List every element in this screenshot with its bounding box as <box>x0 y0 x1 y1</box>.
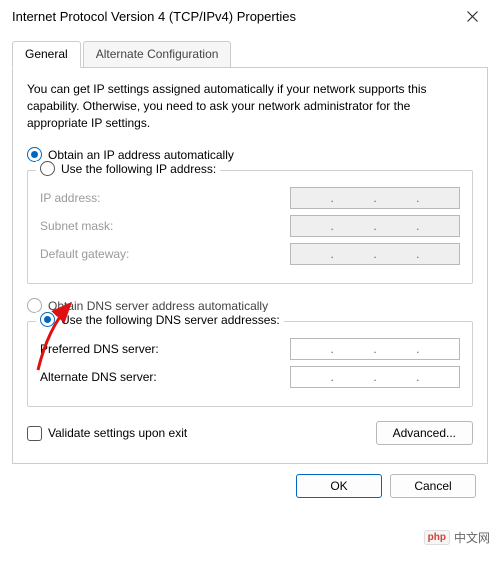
ip-address-input: ... <box>290 187 460 209</box>
window-title: Internet Protocol Version 4 (TCP/IPv4) P… <box>12 9 296 24</box>
radio-dns-manual[interactable]: Use the following DNS server addresses: <box>36 312 284 327</box>
radio-label: Use the following DNS server addresses: <box>61 313 280 327</box>
dialog-body: General Alternate Configuration You can … <box>0 32 500 510</box>
radio-ip-manual[interactable]: Use the following IP address: <box>36 161 220 176</box>
tabstrip: General Alternate Configuration <box>12 41 488 68</box>
subnet-mask-input: ... <box>290 215 460 237</box>
radio-label: Use the following IP address: <box>61 162 216 176</box>
ok-button[interactable]: OK <box>296 474 382 498</box>
radio-label: Obtain DNS server address automatically <box>48 299 268 313</box>
radio-icon <box>27 147 42 162</box>
cancel-button[interactable]: Cancel <box>390 474 476 498</box>
radio-icon <box>40 161 55 176</box>
ip-address-label: IP address: <box>40 191 100 205</box>
alternate-dns-input[interactable]: ... <box>290 366 460 388</box>
description-text: You can get IP settings assigned automat… <box>27 81 473 131</box>
dialog-buttons: OK Cancel <box>12 464 488 498</box>
validate-checkbox[interactable]: Validate settings upon exit <box>27 426 187 441</box>
watermark: php 中文网 <box>424 529 490 546</box>
watermark-logo-icon: php <box>424 530 450 545</box>
radio-dns-auto[interactable]: Obtain DNS server address automatically <box>27 298 473 313</box>
default-gateway-input: ... <box>290 243 460 265</box>
radio-ip-auto[interactable]: Obtain an IP address automatically <box>27 147 473 162</box>
group-ip-manual: Use the following IP address: IP address… <box>27 170 473 284</box>
tab-alternate[interactable]: Alternate Configuration <box>83 41 232 67</box>
default-gateway-label: Default gateway: <box>40 247 129 261</box>
preferred-dns-input[interactable]: ... <box>290 338 460 360</box>
tab-general[interactable]: General <box>12 41 81 68</box>
close-icon <box>467 11 478 22</box>
watermark-text: 中文网 <box>454 529 490 546</box>
titlebar: Internet Protocol Version 4 (TCP/IPv4) P… <box>0 0 500 32</box>
validate-label: Validate settings upon exit <box>48 426 187 440</box>
alternate-dns-label: Alternate DNS server: <box>40 370 157 384</box>
advanced-button[interactable]: Advanced... <box>376 421 473 445</box>
checkbox-icon <box>27 426 42 441</box>
radio-label: Obtain an IP address automatically <box>48 148 234 162</box>
group-dns-manual: Use the following DNS server addresses: … <box>27 321 473 407</box>
subnet-mask-label: Subnet mask: <box>40 219 113 233</box>
preferred-dns-label: Preferred DNS server: <box>40 342 159 356</box>
radio-icon <box>40 312 55 327</box>
bottom-row: Validate settings upon exit Advanced... <box>27 421 473 445</box>
tabpanel-general: You can get IP settings assigned automat… <box>12 67 488 464</box>
radio-icon <box>27 298 42 313</box>
close-button[interactable] <box>452 2 492 30</box>
